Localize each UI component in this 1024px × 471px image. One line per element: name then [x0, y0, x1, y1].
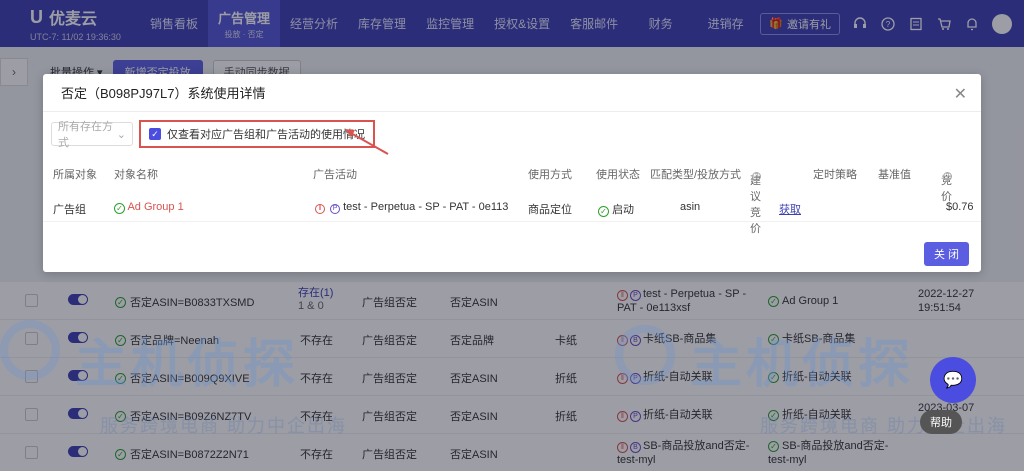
chat-icon: 💬 [943, 372, 963, 389]
check-circle-icon: ✓ [114, 203, 125, 214]
pause-icon: ‖ [315, 204, 325, 214]
campaign-link[interactable]: test - Perpetua - SP - PAT - 0e113 [343, 201, 508, 213]
chat-button[interactable]: 💬 [930, 357, 976, 403]
existence-filter-select[interactable]: 所有存在方式 ⌄ [51, 121, 133, 149]
related-only-checkbox[interactable]: ✓ 仅查看对应广告组和广告活动的使用情况 [139, 120, 375, 148]
product-icon: P [330, 204, 341, 214]
help-fab-button[interactable]: 帮助 [920, 410, 962, 434]
check-circle-icon: ✓ [598, 206, 609, 217]
modal-table-header: 所属对象 对象名称 广告活动 使用方式 使用状态 匹配类型/投放方式 建议竞价?… [43, 160, 981, 235]
usage-detail-modal: 否定（B098PJ97L7）系统使用详情 ✕ 所有存在方式 ⌄ ✓ 仅查看对应广… [43, 74, 981, 272]
close-button[interactable]: 关 闭 [924, 242, 969, 266]
table-row: 广告组 ✓ Ad Group 1 ‖ P test - Perpetua - S… [43, 192, 981, 222]
row-status: ✓ 启动 [598, 201, 634, 217]
row-object: 广告组 [53, 204, 86, 216]
existence-filter-placeholder: 所有存在方式 [58, 121, 113, 149]
related-only-label: 仅查看对应广告组和广告活动的使用情况 [167, 129, 365, 141]
row-method: 商品定位 [528, 204, 572, 216]
col-match: 匹配类型/投放方式 [650, 169, 742, 181]
close-icon[interactable]: ✕ [954, 84, 967, 104]
get-bid-link[interactable]: 获取 [779, 201, 801, 217]
checkbox-checked-icon: ✓ [149, 128, 161, 140]
col-object: 所属对象 [53, 169, 97, 181]
help-icon[interactable]: ? [752, 172, 761, 181]
col-status: 使用状态 [596, 169, 640, 181]
row-status-label: 启动 [612, 204, 635, 216]
chevron-down-icon: ⌄ [116, 128, 126, 141]
row-price: $0.76 [946, 201, 974, 213]
row-match: asin [680, 201, 701, 213]
modal-title: 否定（B098PJ97L7）系统使用详情 [43, 74, 981, 112]
annotation-arrow-icon [345, 129, 389, 155]
col-method: 使用方式 [528, 169, 572, 181]
col-base: 基准值 [878, 169, 911, 181]
help-icon[interactable]: ? [943, 172, 952, 181]
row-campaign[interactable]: ‖ P test - Perpetua - SP - PAT - 0e113 [313, 201, 508, 214]
col-name: 对象名称 [114, 169, 158, 181]
col-campaign: 广告活动 [313, 169, 357, 181]
ad-group-link[interactable]: Ad Group 1 [127, 201, 183, 213]
col-schedule: 定时策略 [813, 169, 857, 181]
row-name[interactable]: ✓ Ad Group 1 [114, 201, 184, 214]
